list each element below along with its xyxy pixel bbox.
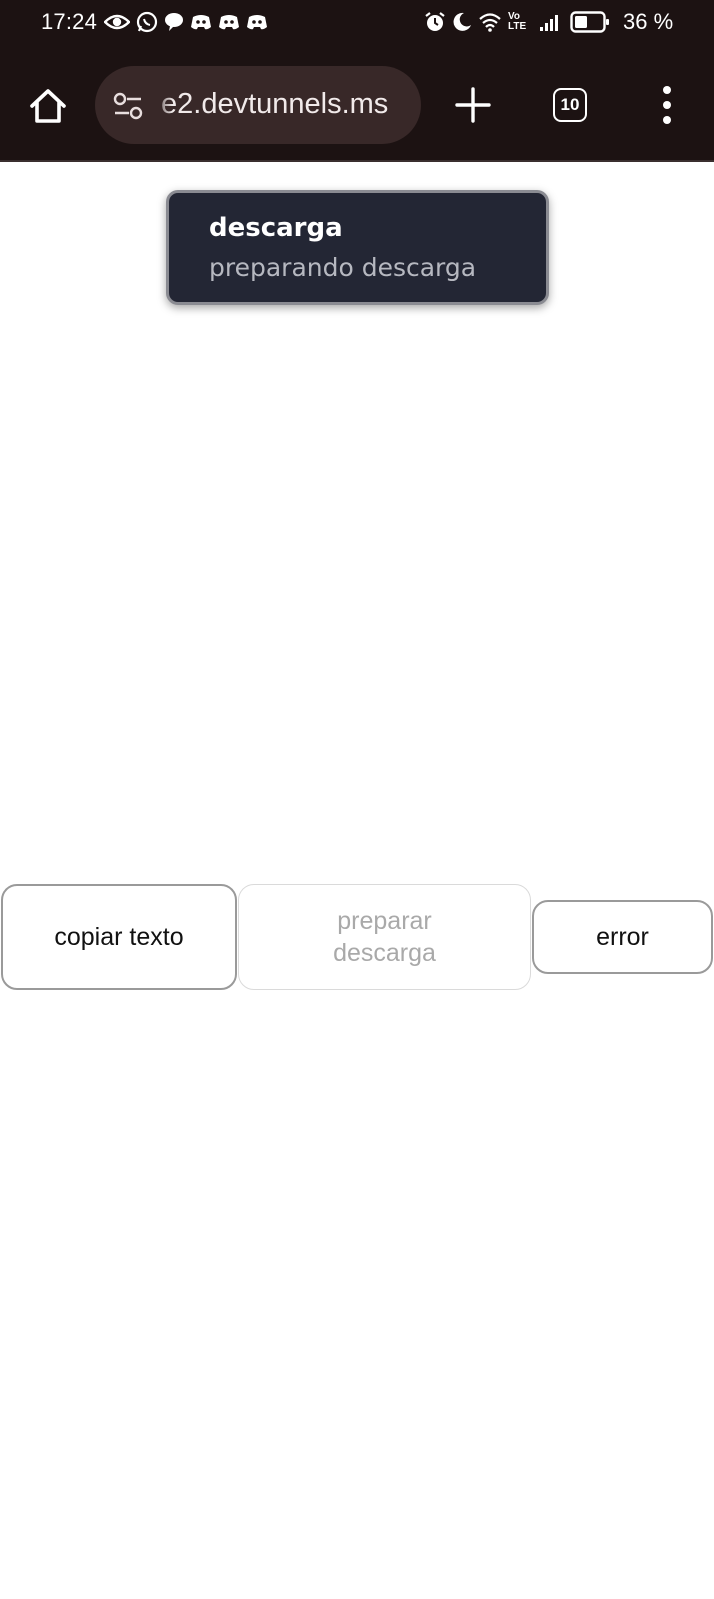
prepare-download-button[interactable]: preparar descarga xyxy=(238,884,531,990)
discord-icon xyxy=(247,15,267,30)
site-settings-icon[interactable] xyxy=(113,92,143,120)
discord-icon xyxy=(219,15,239,30)
home-icon[interactable] xyxy=(26,84,70,128)
browser-toolbar: e2.devtunnels.ms 10 xyxy=(0,48,714,162)
chat-bubble-icon xyxy=(165,13,183,31)
signal-icon xyxy=(540,15,559,31)
new-tab-plus-icon[interactable] xyxy=(454,86,492,124)
status-time: 17:24 xyxy=(41,9,98,34)
battery-percent: 36 % xyxy=(623,9,674,34)
status-bar: 17:24 Vo LTE 36 % xyxy=(0,0,714,48)
wifi-icon xyxy=(479,13,501,32)
copy-text-label: copiar texto xyxy=(54,923,184,951)
prepare-download-label: preparar descarga xyxy=(333,907,436,967)
whatsapp-icon xyxy=(136,11,158,33)
tab-switcher-button[interactable]: 10 xyxy=(553,88,587,122)
volte-label-bottom: LTE xyxy=(508,21,527,32)
error-label: error xyxy=(596,923,649,951)
notification-icons xyxy=(104,9,268,35)
toast-message: preparando descarga xyxy=(209,253,477,282)
copy-text-button[interactable]: copiar texto xyxy=(1,884,237,990)
toast-title: descarga xyxy=(209,213,343,243)
alarm-icon xyxy=(425,12,445,31)
download-toast: descarga preparando descarga xyxy=(166,190,549,305)
url-fade xyxy=(151,66,173,144)
discord-icon xyxy=(191,15,211,30)
error-button[interactable]: error xyxy=(532,900,713,974)
url-text[interactable]: e2.devtunnels.ms xyxy=(161,88,388,121)
address-bar[interactable]: e2.devtunnels.ms xyxy=(95,66,421,144)
volte-indicator: Vo LTE xyxy=(508,12,526,32)
system-icons: Vo LTE xyxy=(424,9,610,35)
battery-icon xyxy=(570,11,610,33)
eye-icon xyxy=(104,14,130,30)
more-options-icon[interactable] xyxy=(655,84,679,126)
moon-icon xyxy=(453,12,471,31)
